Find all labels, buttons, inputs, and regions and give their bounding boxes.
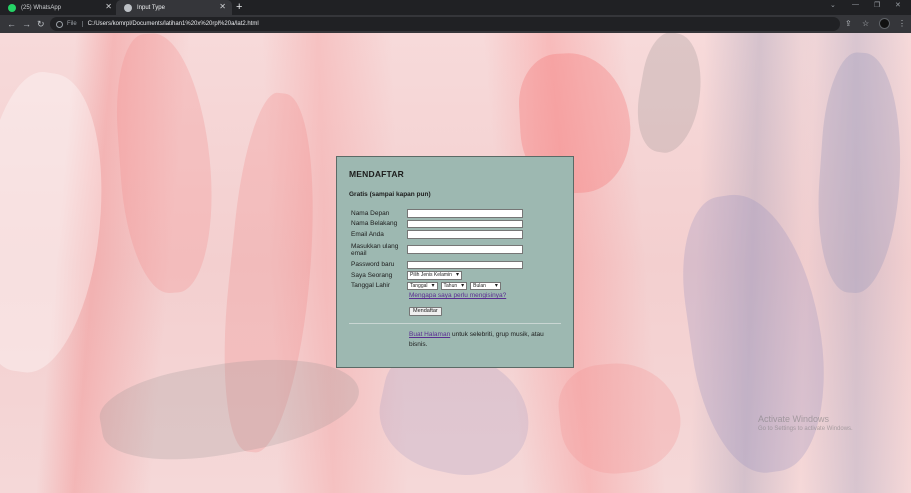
background-stroke — [630, 33, 710, 158]
chevron-down-icon[interactable]: ⌄ — [830, 1, 836, 9]
whatsapp-icon — [8, 3, 16, 12]
last-name-row: Nama Belakang — [349, 219, 561, 230]
activation-watermark: Activate Windows Go to Settings to activ… — [758, 414, 853, 432]
tab-label: (25) WhatsApp — [21, 4, 62, 11]
window-close-icon[interactable]: ✕ — [895, 1, 901, 9]
back-icon[interactable]: ← — [7, 18, 16, 30]
new-tab-icon[interactable]: + — [236, 1, 242, 13]
info-icon[interactable] — [56, 20, 63, 28]
reload-icon[interactable]: ↻ — [37, 18, 45, 30]
month-select[interactable]: Bulan — [470, 281, 501, 290]
url-text: C:/Users/komrpl/Documents/latihan1%20x%2… — [87, 21, 259, 27]
tab-whatsapp[interactable]: (25) WhatsApp ✕ — [0, 0, 118, 15]
scheme-label: File — [67, 21, 83, 27]
email-repeat-row: Masukkan ulang email — [349, 240, 561, 260]
form-title: MENDAFTAR — [349, 169, 404, 179]
last-name-input[interactable] — [407, 219, 523, 228]
tab-label: Input Type — [137, 4, 165, 11]
menu-icon[interactable]: ⋮ — [898, 18, 906, 30]
day-select[interactable]: Tanggal — [407, 281, 438, 290]
forward-icon[interactable]: → — [22, 18, 31, 30]
first-name-label: Nama Depan — [351, 209, 390, 217]
email-repeat-input[interactable] — [407, 245, 523, 254]
password-row: Password baru — [349, 260, 561, 271]
birthdate-row: Tanggal Lahir Tanggal Tahun Bulan — [349, 281, 561, 292]
browser-title-bar: (25) WhatsApp ✕ Input Type ✕ + ⌄ — ❐ ✕ — [0, 0, 911, 15]
tab-input-type[interactable]: Input Type ✕ — [116, 0, 232, 15]
birthdate-label: Tanggal Lahir — [351, 282, 391, 290]
footer-text: Buat Halaman untuk selebriti, grup musik… — [409, 330, 559, 350]
close-icon[interactable]: ✕ — [219, 3, 226, 11]
password-label: Password baru — [351, 261, 395, 269]
first-name-input[interactable] — [407, 209, 523, 218]
year-select[interactable]: Tahun — [440, 281, 468, 290]
signup-panel: MENDAFTAR Gratis (sampai kapan pun) Nama… — [336, 156, 574, 368]
minimize-icon[interactable]: — — [852, 1, 859, 8]
background-stroke — [811, 50, 909, 296]
background-stroke — [671, 185, 839, 481]
close-icon[interactable]: ✕ — [105, 3, 112, 11]
watermark-line2: Go to Settings to activate Windows. — [758, 426, 853, 432]
create-page-link[interactable]: Buat Halaman — [409, 331, 450, 338]
globe-icon — [124, 3, 132, 12]
share-icon[interactable]: ⇪ — [845, 18, 852, 30]
form-subtitle: Gratis (sampai kapan pun) — [349, 191, 431, 198]
email-label: Email Anda — [351, 230, 384, 238]
submit-button[interactable]: Mendaftar — [409, 307, 442, 316]
background-stroke — [0, 66, 121, 380]
address-bar[interactable]: File C:/Users/komrpl/Documents/latihan1%… — [50, 17, 840, 31]
page-viewport: MENDAFTAR Gratis (sampai kapan pun) Nama… — [0, 33, 911, 493]
email-input[interactable] — [407, 230, 523, 239]
gender-label: Saya Seorang — [351, 271, 393, 279]
watermark-line1: Activate Windows — [758, 414, 830, 424]
gender-select[interactable]: Pilih Jenis Kelamin — [407, 271, 462, 280]
background-stroke — [111, 33, 219, 296]
gender-row: Saya Seorang Pilih Jenis Kelamin — [349, 270, 561, 281]
profile-avatar[interactable] — [879, 18, 890, 29]
email-repeat-label: Masukkan ulang email — [351, 242, 399, 257]
email-row: Email Anda — [349, 229, 561, 240]
why-link[interactable]: Mengapa saya perlu mengisinya? — [409, 292, 561, 299]
first-name-row: Nama Depan — [349, 208, 561, 219]
star-icon[interactable]: ☆ — [862, 18, 869, 30]
browser-toolbar: ← → ↻ File C:/Users/komrpl/Documents/lat… — [0, 15, 911, 33]
restore-icon[interactable]: ❐ — [874, 1, 880, 9]
password-input[interactable] — [407, 260, 523, 269]
last-name-label: Nama Belakang — [351, 220, 398, 228]
background-stroke — [554, 357, 686, 479]
divider — [349, 323, 561, 324]
